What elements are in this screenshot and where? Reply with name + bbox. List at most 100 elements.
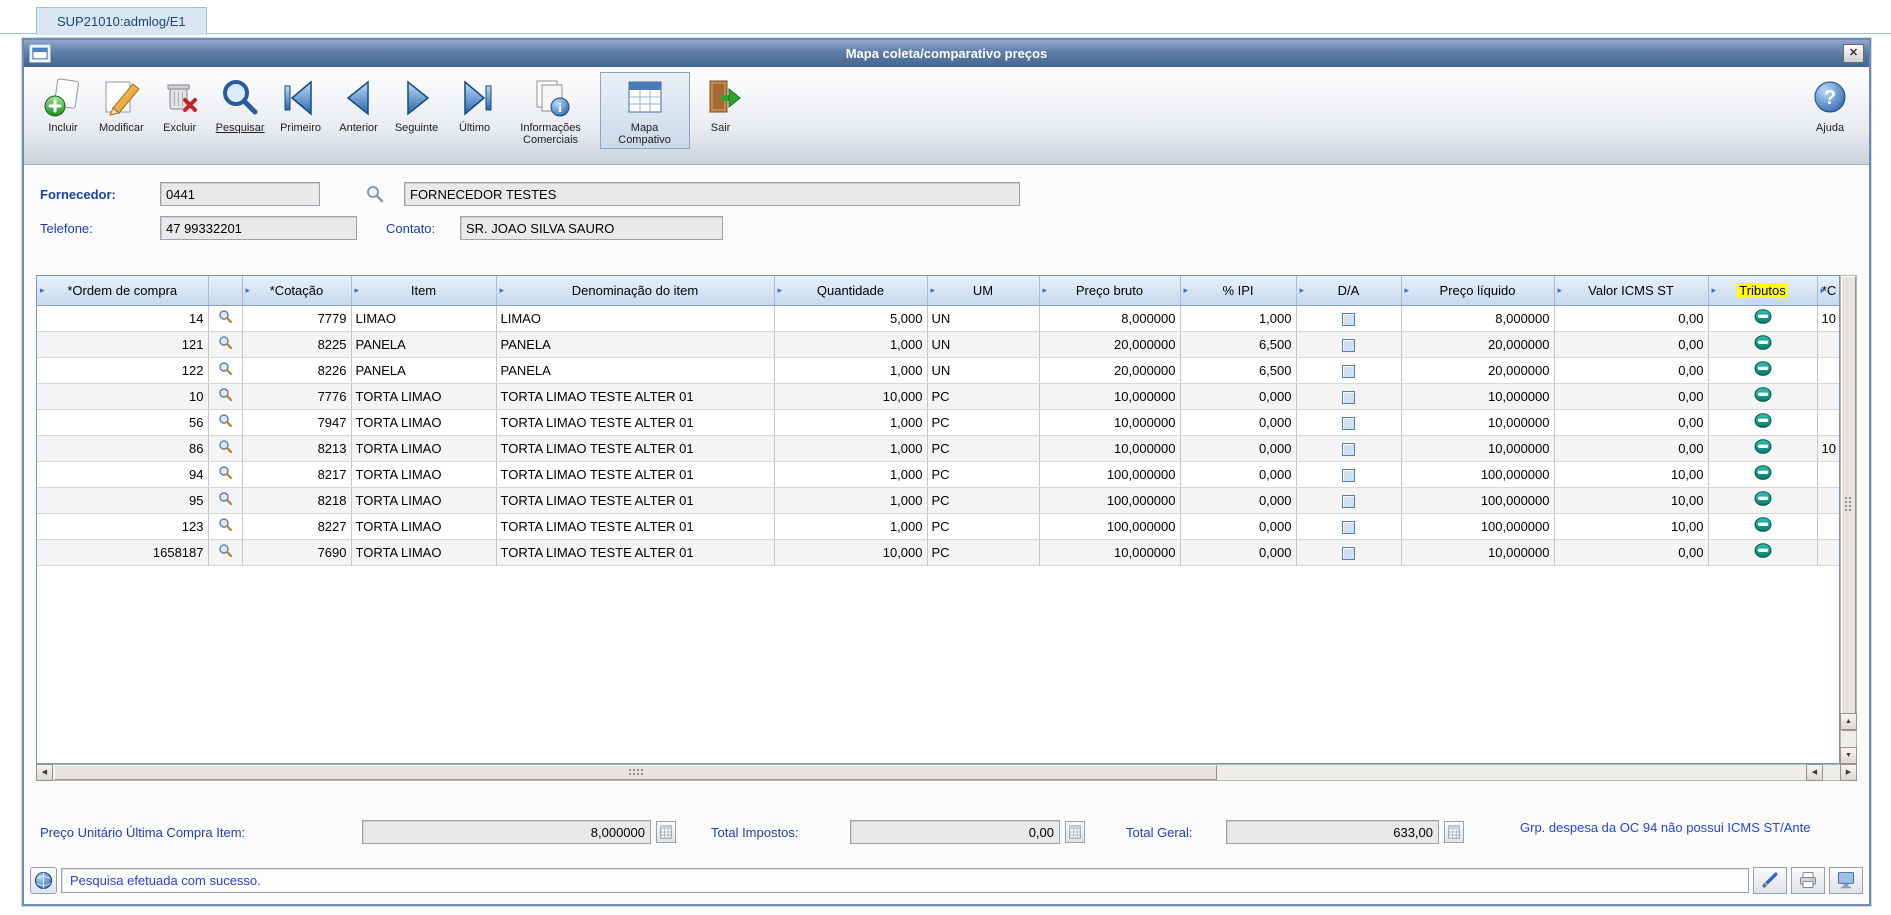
tributos-coin-icon[interactable] xyxy=(1754,335,1772,350)
col-header-cotacao[interactable]: ▸ *Cotação xyxy=(242,276,352,306)
vertical-scrollbar-thumb[interactable] xyxy=(1841,276,1856,731)
toolbar-button-excluir[interactable]: Excluir xyxy=(153,72,207,137)
cell-lookup[interactable] xyxy=(208,487,243,514)
toolbar-button-modificar[interactable]: Modificar xyxy=(94,72,149,137)
contato-input[interactable] xyxy=(460,216,723,240)
da-checkbox[interactable] xyxy=(1342,416,1355,430)
cell-lookup[interactable] xyxy=(208,409,243,436)
total-impostos-input[interactable] xyxy=(850,820,1060,844)
desktop: SUP21010:admlog/E1 Mapa coleta/comparati… xyxy=(0,0,1891,915)
da-checkbox[interactable] xyxy=(1342,442,1355,456)
total-impostos-detail-button[interactable] xyxy=(1065,821,1085,843)
cell-lookup[interactable] xyxy=(208,357,243,384)
fornecedor-name-input[interactable] xyxy=(404,182,1020,206)
toolbar-button-ultimo[interactable]: Último xyxy=(448,72,502,137)
scroll-right-button[interactable]: ▶ xyxy=(1840,764,1857,781)
toolbar-button-pesquisar[interactable]: Pesquisar xyxy=(211,72,270,137)
sort-arrow-icon: ▸ xyxy=(1557,285,1563,295)
total-geral-detail-button[interactable] xyxy=(1444,821,1464,843)
da-checkbox[interactable] xyxy=(1342,312,1355,326)
fornecedor-lookup-icon[interactable] xyxy=(366,185,384,208)
col-header-um[interactable]: ▸ UM xyxy=(927,276,1040,306)
vertical-scrollbar[interactable]: ▲ ▼ xyxy=(1840,275,1857,764)
print-tool-button[interactable] xyxy=(1791,866,1825,894)
window-system-icon[interactable] xyxy=(29,44,51,63)
cell-lookup[interactable] xyxy=(208,513,243,540)
scroll-up-button[interactable]: ▲ xyxy=(1840,713,1857,730)
tributos-coin-icon[interactable] xyxy=(1754,309,1772,324)
toolbar-button-ajuda[interactable]: ? Ajuda xyxy=(1803,72,1857,137)
cell-lookup[interactable] xyxy=(208,383,243,410)
app-tab[interactable]: SUP21010:admlog/E1 xyxy=(36,7,207,35)
horizontal-scrollbar-thumb[interactable] xyxy=(54,765,1217,780)
globe-status-button[interactable] xyxy=(30,866,57,894)
table-row[interactable]: 94 8217 TORTA LIMAO TORTA LIMAO TESTE AL… xyxy=(37,461,1839,488)
da-checkbox[interactable] xyxy=(1342,390,1355,404)
da-checkbox[interactable] xyxy=(1342,494,1355,508)
toolbar-button-primeiro[interactable]: Primeiro xyxy=(274,72,328,137)
scroll-left-end-button[interactable]: ◀ xyxy=(1806,764,1823,781)
da-checkbox[interactable] xyxy=(1342,364,1355,378)
tributos-coin-icon[interactable] xyxy=(1754,361,1772,376)
monitor-tool-button[interactable] xyxy=(1829,866,1863,894)
table-row[interactable]: 10 7776 TORTA LIMAO TORTA LIMAO TESTE AL… xyxy=(37,383,1839,410)
col-header-tributos[interactable]: ▸ Tributos xyxy=(1708,276,1818,306)
row-lookup-icon xyxy=(218,310,232,324)
preco-unitario-input[interactable] xyxy=(362,820,651,844)
table-row[interactable]: 14 7779 LIMAO LIMAO 5,000 UN 8,000000 1,… xyxy=(37,305,1839,332)
cell-lookup[interactable] xyxy=(208,305,243,332)
toolbar-button-seguinte[interactable]: Seguinte xyxy=(390,72,444,137)
toolbar-button-sair[interactable]: Sair xyxy=(694,72,748,137)
col-header-extra[interactable]: ▸ *C xyxy=(1817,276,1839,306)
col-header-item[interactable]: ▸ Item xyxy=(351,276,497,306)
da-checkbox[interactable] xyxy=(1342,520,1355,534)
table-row[interactable]: 121 8225 PANELA PANELA 1,000 UN 20,00000… xyxy=(37,331,1839,358)
da-checkbox[interactable] xyxy=(1342,338,1355,352)
tributos-coin-icon[interactable] xyxy=(1754,517,1772,532)
cell-lookup[interactable] xyxy=(208,435,243,462)
toolbar-button-incluir[interactable]: Incluir xyxy=(36,72,90,137)
tributos-coin-icon[interactable] xyxy=(1754,387,1772,402)
col-header-valor-icms-st[interactable]: ▸ Valor ICMS ST xyxy=(1554,276,1709,306)
cell-da xyxy=(1296,409,1402,436)
cell-lookup[interactable] xyxy=(208,331,243,358)
table-row[interactable]: 1658187 7690 TORTA LIMAO TORTA LIMAO TES… xyxy=(37,539,1839,566)
scroll-down-button[interactable]: ▼ xyxy=(1840,747,1857,764)
col-header-ordem[interactable]: ▸ *Ordem de compra xyxy=(37,276,209,306)
total-geral-input[interactable] xyxy=(1226,820,1439,844)
col-header-ipi[interactable]: ▸ % IPI xyxy=(1180,276,1297,306)
cell-lookup[interactable] xyxy=(208,539,243,566)
col-header-preco-bruto[interactable]: ▸ Preço bruto xyxy=(1039,276,1181,306)
col-header-quantidade[interactable]: ▸ Quantidade xyxy=(774,276,928,306)
preco-unitario-detail-button[interactable] xyxy=(656,821,676,843)
tributos-coin-icon[interactable] xyxy=(1754,543,1772,558)
col-header-lookup[interactable] xyxy=(208,276,243,306)
close-button[interactable]: ✕ xyxy=(1843,44,1864,63)
window-titlebar[interactable]: Mapa coleta/comparativo preços ✕ xyxy=(24,40,1869,67)
cell-lookup[interactable] xyxy=(208,461,243,488)
table-row[interactable]: 86 8213 TORTA LIMAO TORTA LIMAO TESTE AL… xyxy=(37,435,1839,462)
toolbar-button-mapa-compativo[interactable]: Mapa Compativo xyxy=(599,72,690,149)
cell-preco-bruto: 10,000000 xyxy=(1039,383,1181,410)
toolbar-button-anterior[interactable]: Anterior xyxy=(332,72,386,137)
tributos-coin-icon[interactable] xyxy=(1754,465,1772,480)
col-header-preco-liquido[interactable]: ▸ Preço líquido xyxy=(1401,276,1555,306)
horizontal-scrollbar[interactable]: ◀ ◀ ▶ xyxy=(36,764,1857,781)
tributos-coin-icon[interactable] xyxy=(1754,491,1772,506)
table-row[interactable]: 123 8227 TORTA LIMAO TORTA LIMAO TESTE A… xyxy=(37,513,1839,540)
table-row[interactable]: 122 8226 PANELA PANELA 1,000 UN 20,00000… xyxy=(37,357,1839,384)
scroll-left-button[interactable]: ◀ xyxy=(36,764,53,781)
signature-tool-button[interactable] xyxy=(1753,866,1787,894)
tributos-coin-icon[interactable] xyxy=(1754,413,1772,428)
col-header-da[interactable]: ▸ D/A xyxy=(1296,276,1402,306)
tributos-coin-icon[interactable] xyxy=(1754,439,1772,454)
toolbar-button-informacoes-comerciais[interactable]: i Informações Comerciais xyxy=(506,72,596,149)
table-row[interactable]: 56 7947 TORTA LIMAO TORTA LIMAO TESTE AL… xyxy=(37,409,1839,436)
col-header-denominacao[interactable]: ▸ Denominação do item xyxy=(496,276,775,306)
fornecedor-code-input[interactable] xyxy=(160,182,320,206)
table-row[interactable]: 95 8218 TORTA LIMAO TORTA LIMAO TESTE AL… xyxy=(37,487,1839,514)
da-checkbox[interactable] xyxy=(1342,546,1355,560)
telefone-input[interactable] xyxy=(160,216,357,240)
col-header-label: Preço líquido xyxy=(1439,282,1516,298)
da-checkbox[interactable] xyxy=(1342,468,1355,482)
